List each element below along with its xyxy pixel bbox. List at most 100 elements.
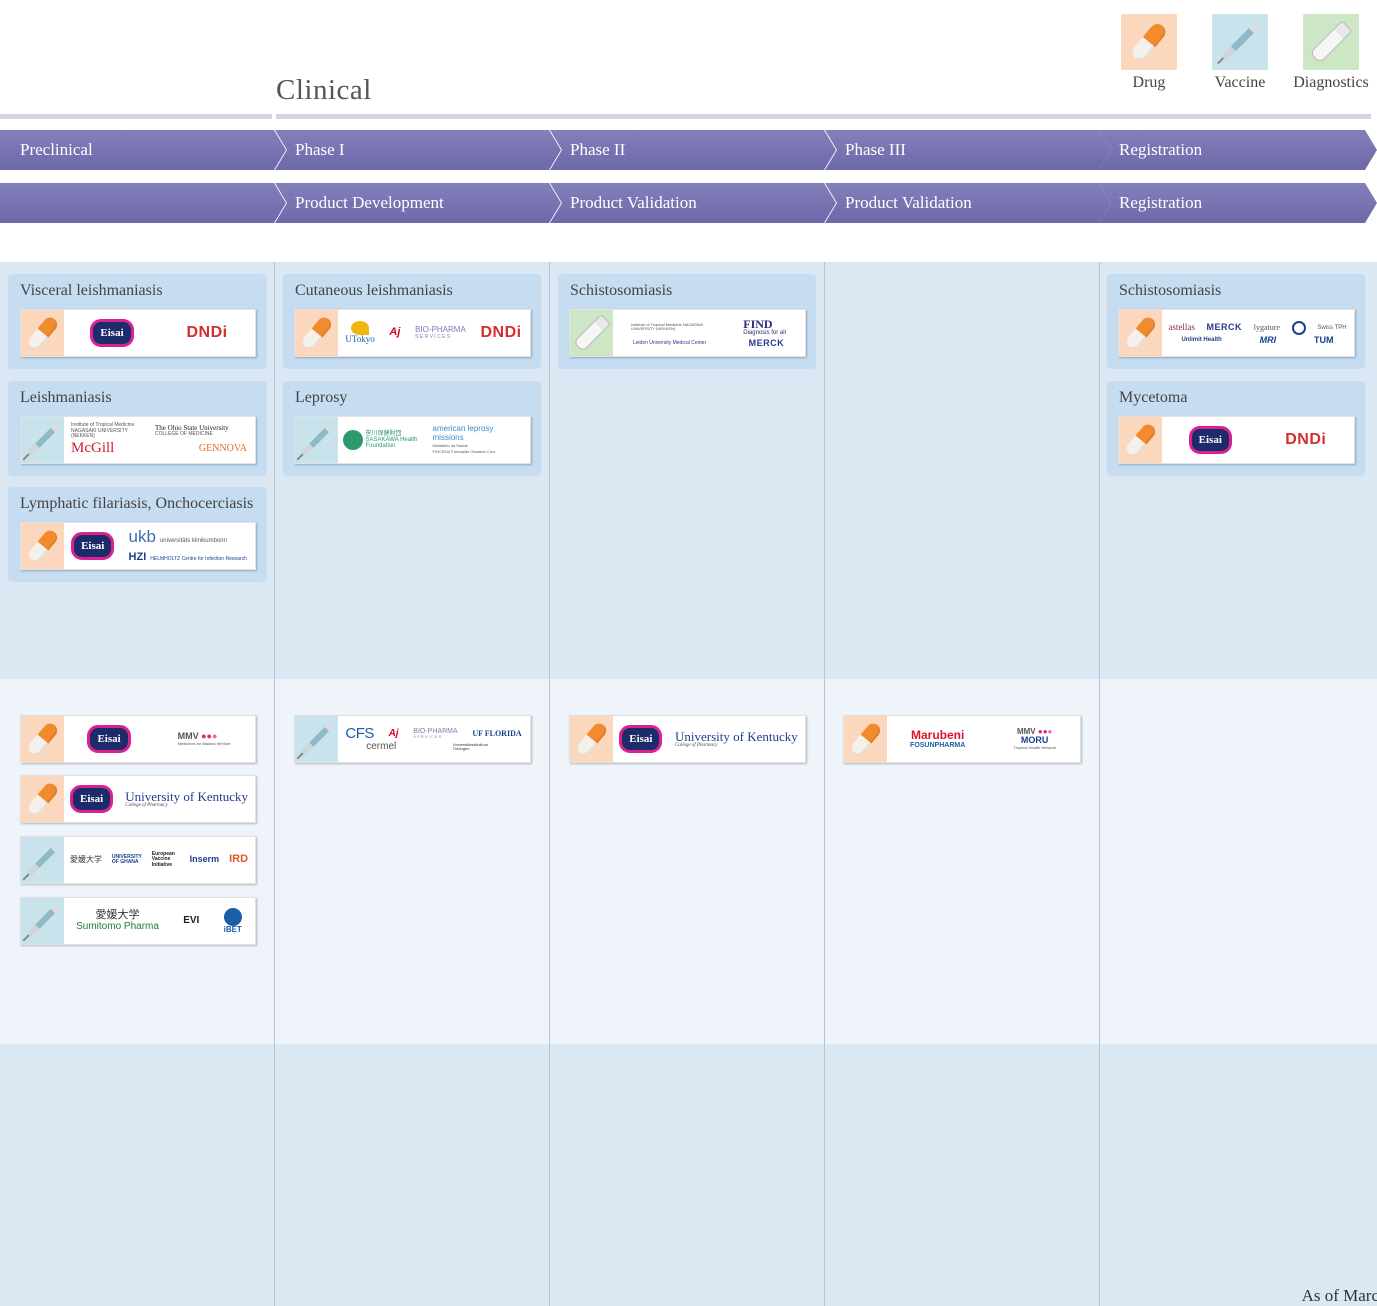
- partner-logos: Institute of Tropical Medicine NAGASAKI …: [616, 312, 801, 354]
- partner-logos: 愛媛大学 UNIVERSITY OF GHANA European Vaccin…: [67, 839, 251, 881]
- inserm-logo: Inserm: [189, 854, 220, 865]
- nagasaki-nekken-logo: Institute of Tropical Medicine NAGASAKI …: [71, 422, 135, 439]
- pipeline-card[interactable]: Eisai University of Kentucky College of …: [569, 715, 806, 763]
- university-seal-icon: [1291, 320, 1306, 335]
- merck-logo: MERCK: [1206, 322, 1243, 333]
- dndi-logo: DNDi: [1285, 430, 1327, 448]
- mri-logo: MRI: [1259, 334, 1277, 345]
- mcgill-logo: McGill: [71, 440, 115, 456]
- biopharma-logo: BIO-PHARMA S E R V I C E S: [415, 325, 466, 340]
- drug-pill-icon: [1121, 14, 1177, 70]
- partner-logos: Eisai DNDi: [67, 312, 251, 354]
- legend-vaccine-label: Vaccine: [1214, 74, 1266, 91]
- pipeline-card[interactable]: Eisai University of Kentucky College of …: [20, 775, 256, 823]
- group-schistosomiasis-phase2: Schistosomiasis Institute of Tropical Me…: [558, 274, 816, 369]
- nagasaki-nekken-logo: Institute of Tropical Medicine NAGASAKI …: [631, 322, 704, 332]
- column-divider: [274, 262, 275, 1306]
- legend-drug-label: Drug: [1132, 74, 1166, 91]
- eisai-logo: Eisai: [90, 319, 134, 347]
- pipeline-card[interactable]: Eisai MMV ●●● Medicines for Malaria Vent…: [20, 715, 256, 763]
- diagnostics-tube-icon: [1303, 14, 1359, 70]
- pipeline-card[interactable]: CFS Aj BIO-PHARMA S E R V I C E S UF FLO…: [294, 715, 531, 763]
- band-other: [0, 1044, 1377, 1306]
- legend-diagnostics-label: Diagnostics: [1293, 74, 1369, 91]
- unlimit-health-logo: Unlimit Health: [1181, 337, 1222, 344]
- column-divider: [1099, 262, 1100, 1306]
- stage-phase-2: Phase II: [550, 130, 836, 170]
- vaccine-syringe-icon: [21, 898, 64, 944]
- evi-logo: EVI: [183, 914, 200, 926]
- legend-diagnostics: Diagnostics: [1288, 14, 1374, 92]
- vaccine-syringe-icon: [1212, 14, 1268, 70]
- ohio-state-logo: The Ohio State University COLLEGE OF MED…: [155, 423, 229, 438]
- vaccine-syringe-icon: [21, 417, 64, 463]
- pipeline-card[interactable]: Institute of Tropical Medicine NAGASAKI …: [20, 416, 256, 464]
- pipeline-card[interactable]: Institute of Tropical Medicine NAGASAKI …: [569, 309, 806, 357]
- group-leishmaniasis: Leishmaniasis Institute of Tropical Medi…: [8, 381, 267, 476]
- group-title: Schistosomiasis: [570, 282, 673, 299]
- group-title: Cutaneous leishmaniasis: [295, 282, 453, 299]
- partner-logos: 笹川保健財団 SASAKAWA Health Foundation americ…: [341, 419, 526, 461]
- pipeline-card[interactable]: 愛媛大学 Sumitomo Pharma EVI iBET: [20, 897, 256, 945]
- stage2-product-validation-a: Product Validation: [550, 183, 836, 223]
- pipeline-card[interactable]: Eisai DNDi: [20, 309, 256, 357]
- ird-logo: IRD: [229, 853, 249, 866]
- ajinomoto-logo: Aj: [389, 326, 401, 339]
- pipeline-card[interactable]: Marubeni FOSUNPHARMA MMV ●●● MORU Tropic…: [843, 715, 1081, 763]
- partner-logos: UTokyo Aj BIO-PHARMA S E R V I C E S DND…: [341, 312, 526, 354]
- eisai-logo: Eisai: [70, 785, 114, 813]
- university-of-kentucky-logo: University of Kentucky College of Pharma…: [125, 788, 248, 809]
- ukb-hzi-logo: ukb universitäts klinikumbonn HZI HELMHO…: [128, 526, 247, 563]
- cermel-logo: cermel: [366, 740, 397, 752]
- group-title: Leprosy: [295, 389, 348, 406]
- marubeni-fosun-logo: Marubeni FOSUNPHARMA: [910, 728, 966, 749]
- tum-logo: TUM: [1314, 334, 1334, 345]
- lygature-logo: lygature: [1253, 322, 1280, 332]
- dndi-logo: DNDi: [480, 323, 522, 341]
- swiss-tph-logo: Swiss TPH: [1317, 324, 1347, 331]
- group-title: Visceral leishmaniasis: [20, 282, 163, 299]
- group-visceral-leishmaniasis: Visceral leishmaniasis Eisai DNDi: [8, 274, 267, 369]
- university-of-ghana-logo: UNIVERSITY OF GHANA: [111, 853, 142, 865]
- stage-phase-3: Phase III: [825, 130, 1111, 170]
- clinical-rule: [276, 114, 1371, 119]
- partner-logos: Eisai ukb universitäts klinikumbonn HZI …: [67, 525, 251, 567]
- column-divider: [549, 262, 550, 1306]
- stage-preclinical: Preclinical: [0, 130, 286, 170]
- drug-pill-icon: [21, 310, 64, 356]
- column-divider: [824, 262, 825, 1306]
- pipeline-card[interactable]: Eisai ukb universitäts klinikumbonn HZI …: [20, 522, 256, 570]
- partner-logos: 愛媛大学 Sumitomo Pharma EVI iBET: [67, 900, 251, 942]
- partner-logos: Eisai DNDi: [1165, 419, 1350, 461]
- pipeline-card[interactable]: 笹川保健財団 SASAKAWA Health Foundation americ…: [294, 416, 531, 464]
- eisai-logo: Eisai: [619, 725, 663, 753]
- group-schistosomiasis-registration: Schistosomiasis astellas MERCK lygature …: [1107, 274, 1365, 369]
- group-title: Schistosomiasis: [1119, 282, 1222, 299]
- find-logo: FIND Diagnosis for all: [743, 316, 786, 337]
- lumc-logo: Leiden University Medical Center: [632, 339, 707, 346]
- group-lymphatic-filariasis-onchocerciasis: Lymphatic filariasis, Onchocerciasis Eis…: [8, 487, 267, 582]
- group-title: Leishmaniasis: [20, 389, 112, 406]
- cfs-logo: CFS: [345, 724, 374, 742]
- tuebingen-logo: Universitätsklinikum Tübingen: [452, 741, 489, 751]
- drug-pill-icon: [21, 523, 64, 569]
- mmv-moru-logo: MMV ●●● MORU Tropical Health Network: [1013, 726, 1056, 750]
- partner-logos: Marubeni FOSUNPHARMA MMV ●●● MORU Tropic…: [890, 718, 1076, 760]
- biopharma-logo: BIO-PHARMA S E R V I C E S: [413, 727, 458, 740]
- partner-logos: CFS Aj BIO-PHARMA S E R V I C E S UF FLO…: [341, 718, 526, 760]
- partner-logos: Eisai MMV ●●● Medicines for Malaria Vent…: [67, 718, 251, 760]
- drug-pill-icon: [1119, 310, 1162, 356]
- stage-registration: Registration: [1099, 130, 1377, 170]
- pipeline-card[interactable]: UTokyo Aj BIO-PHARMA S E R V I C E S DND…: [294, 309, 531, 357]
- pipeline-card[interactable]: 愛媛大学 UNIVERSITY OF GHANA European Vaccin…: [20, 836, 256, 884]
- pipeline-card[interactable]: Eisai DNDi: [1118, 416, 1355, 464]
- aml-fiocruz-logo: american leprosy missions Ministério da …: [432, 424, 496, 455]
- legend-vaccine: Vaccine: [1197, 14, 1283, 92]
- vaccine-syringe-icon: [295, 417, 338, 463]
- partner-logos: Institute of Tropical Medicine NAGASAKI …: [67, 419, 251, 461]
- pipeline-card[interactable]: astellas MERCK lygature Swiss TPH Unlimi…: [1118, 309, 1355, 357]
- clinical-heading: Clinical: [276, 74, 372, 106]
- ehime-sumitomo-logo: 愛媛大学 Sumitomo Pharma: [76, 908, 159, 932]
- legend-drug: Drug: [1106, 14, 1192, 92]
- european-vaccine-initiative-logo: European Vaccine Initiative: [151, 851, 175, 868]
